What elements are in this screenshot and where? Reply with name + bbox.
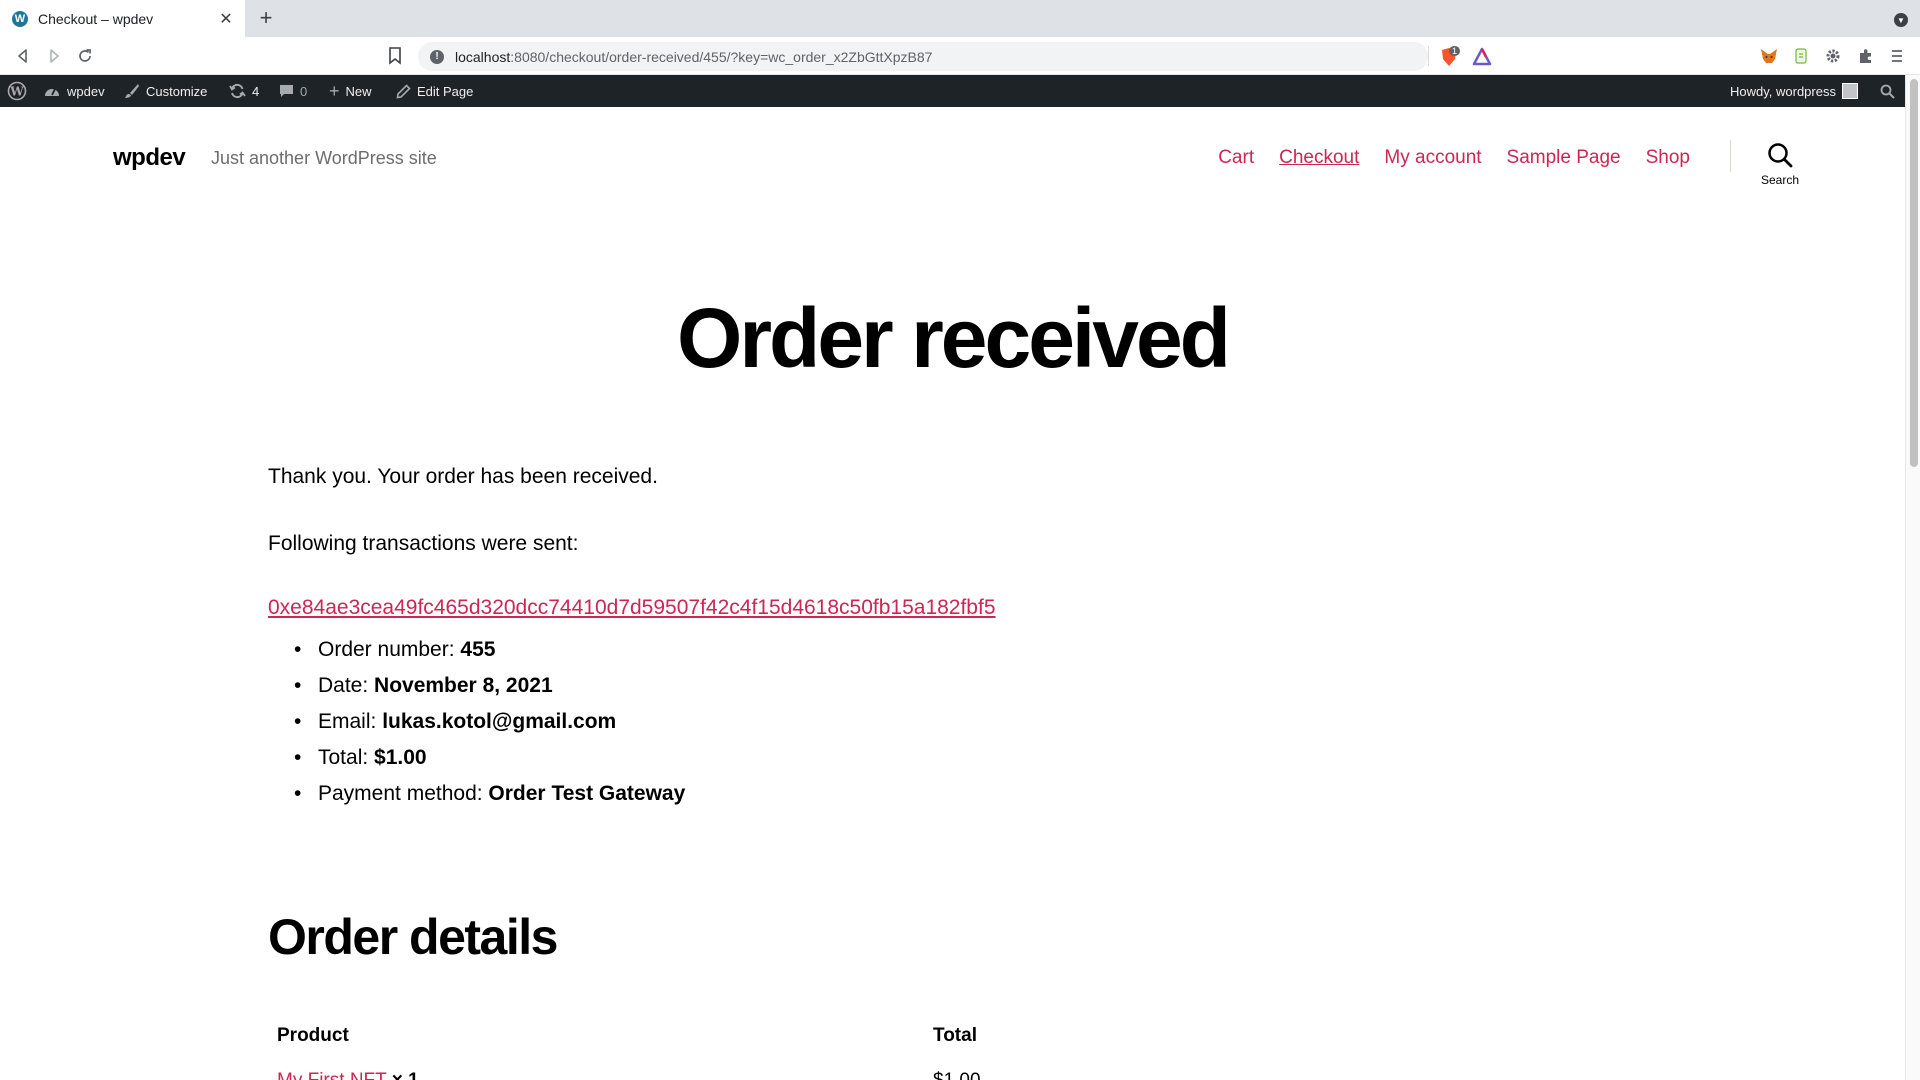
- order-number-value: 455: [460, 638, 496, 661]
- comments-count: 0: [300, 83, 308, 99]
- avatar: [1841, 83, 1858, 99]
- pencil-icon: [396, 83, 411, 98]
- scrollbar-thumb[interactable]: [1910, 79, 1918, 467]
- urlbar-divider: [1428, 46, 1429, 66]
- forward-arrow-icon: [50, 49, 59, 63]
- wp-admin-bar: W wpdev Customize 4 0 + New Edit Page Ho…: [0, 75, 1920, 107]
- bookmark-icon[interactable]: [388, 47, 402, 65]
- order-email-value: lukas.kotol@gmail.com: [382, 710, 617, 733]
- transactions-intro: Following transactions were sent:: [268, 532, 579, 555]
- new-tab-button[interactable]: +: [254, 7, 278, 31]
- nav-cart[interactable]: Cart: [1218, 147, 1254, 169]
- order-total-value: $1.00: [374, 746, 427, 769]
- site-info-icon[interactable]: !: [430, 49, 444, 64]
- search-icon: [1768, 143, 1793, 168]
- nav-my-account[interactable]: My account: [1384, 147, 1481, 169]
- admin-site-menu[interactable]: wpdev: [43, 75, 105, 107]
- browser-toolbar: ! localhost:8080/checkout/order-received…: [0, 37, 1920, 75]
- brave-shields-icon[interactable]: 1: [1439, 46, 1461, 67]
- extensions-puzzle-icon[interactable]: [1857, 47, 1875, 65]
- tab-close-icon[interactable]: ✕: [217, 9, 235, 29]
- nav-divider: [1730, 140, 1731, 172]
- browser-tab[interactable]: W Checkout – wpdev ✕: [0, 0, 245, 37]
- site-description: Just another WordPress site: [211, 148, 437, 168]
- url-host: localhost: [455, 48, 511, 65]
- browser-tabstrip: W Checkout – wpdev ✕ + ▼: [0, 0, 1920, 37]
- search-label: Search: [1760, 173, 1800, 187]
- product-total: $1.00: [933, 1070, 981, 1080]
- updates-link[interactable]: 4: [229, 75, 259, 107]
- comments-link[interactable]: 0: [279, 75, 307, 107]
- howdy-text: Howdy, wordpress: [1730, 83, 1836, 99]
- product-qty: × 1: [392, 1070, 419, 1080]
- nav-shop[interactable]: Shop: [1646, 147, 1690, 169]
- order-email-item: Email: lukas.kotol@gmail.com: [294, 704, 1368, 740]
- search-toggle-button[interactable]: Search: [1760, 142, 1800, 187]
- order-overview-list: Order number: 455 Date: November 8, 2021…: [294, 632, 1368, 812]
- order-number-item: Order number: 455: [294, 632, 1368, 668]
- reload-icon: [79, 49, 91, 62]
- my-account-menu[interactable]: Howdy, wordpress: [1730, 75, 1858, 107]
- settings-gear-icon[interactable]: [1824, 47, 1842, 65]
- admin-site-name: wpdev: [67, 83, 105, 99]
- new-label: New: [345, 83, 372, 99]
- extension-icon[interactable]: [1792, 47, 1810, 65]
- address-bar[interactable]: ! localhost:8080/checkout/order-received…: [418, 42, 1428, 71]
- metamask-fox-icon[interactable]: [1760, 47, 1778, 65]
- comment-bubble-icon: [280, 84, 293, 97]
- order-date-item: Date: November 8, 2021: [294, 668, 1368, 704]
- new-content-menu[interactable]: + New: [329, 75, 372, 107]
- wordpress-favicon-icon: W: [12, 10, 28, 27]
- updates-refresh-icon: [229, 83, 246, 99]
- back-button[interactable]: [12, 45, 34, 67]
- wp-logo-menu[interactable]: W: [7, 75, 27, 107]
- plus-icon: +: [329, 80, 340, 101]
- primary-nav: Cart Checkout My account Sample Page Sho…: [1218, 147, 1690, 169]
- dashboard-gauge-icon: [45, 88, 59, 96]
- customize-link[interactable]: Customize: [124, 75, 207, 107]
- site-title[interactable]: wpdev: [113, 144, 186, 172]
- product-link[interactable]: My First NFT × 1: [277, 1070, 419, 1080]
- order-details-title: Order details: [268, 909, 558, 965]
- paintbrush-icon: [125, 84, 139, 98]
- nav-checkout[interactable]: Checkout: [1279, 147, 1359, 169]
- order-received-content: Thank you. Your order has been received.…: [268, 462, 1368, 812]
- nav-sample-page[interactable]: Sample Page: [1507, 147, 1621, 169]
- url-path: :8080/checkout/order-received/455/?key=w…: [510, 48, 933, 65]
- page-scrollbar[interactable]: [1905, 75, 1920, 1080]
- reload-button[interactable]: [74, 45, 96, 67]
- forward-button[interactable]: [43, 45, 65, 67]
- table-header-total: Total: [933, 1025, 977, 1046]
- wordpress-logo-icon: W: [7, 81, 27, 101]
- page-title: Order received: [676, 291, 1231, 385]
- customize-label: Customize: [146, 83, 208, 99]
- order-total-item: Total: $1.00: [294, 740, 1368, 776]
- search-icon: [1880, 84, 1895, 99]
- updates-count: 4: [252, 83, 260, 99]
- transaction-hash-link[interactable]: 0xe84ae3cea49fc465d320dcc74410d7d59507f4…: [268, 596, 996, 620]
- brave-badge: 1: [1449, 46, 1461, 56]
- edit-page-label: Edit Page: [417, 83, 474, 99]
- payment-method-value: Order Test Gateway: [488, 782, 686, 805]
- order-date-value: November 8, 2021: [374, 674, 553, 697]
- browser-menu-icon[interactable]: [1888, 47, 1906, 65]
- svg-text:W: W: [9, 85, 24, 99]
- brave-rewards-icon[interactable]: [1472, 47, 1492, 67]
- back-arrow-icon: [18, 49, 27, 63]
- tab-title: Checkout – wpdev: [38, 10, 154, 27]
- edit-page-link[interactable]: Edit Page: [396, 75, 473, 107]
- admin-search-button[interactable]: [1880, 75, 1895, 107]
- thank-you-message: Thank you. Your order has been received.: [268, 465, 658, 488]
- tab-search-icon[interactable]: ▼: [1894, 13, 1908, 27]
- table-header-product: Product: [277, 1025, 349, 1046]
- payment-method-item: Payment method: Order Test Gateway: [294, 776, 1368, 812]
